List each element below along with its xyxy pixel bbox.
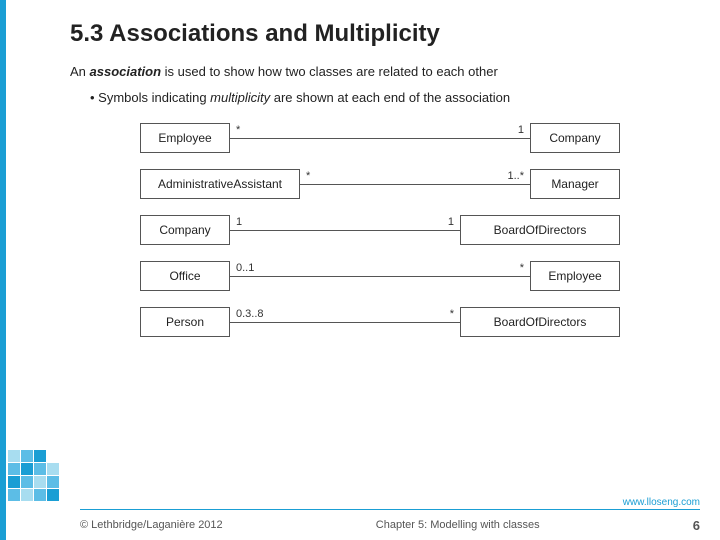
uml-mult-3-left: 1: [234, 216, 244, 228]
uml-box-employee-1: Employee: [140, 123, 230, 153]
uml-box-bod-2: BoardOfDirectors: [460, 307, 620, 337]
uml-mult-5-left: 0.3..8: [234, 308, 266, 320]
uml-mult-5-right: *: [448, 308, 456, 320]
footer-page: 6: [693, 518, 700, 533]
footer: © Lethbridge/Laganière 2012 Chapter 5: M…: [0, 510, 720, 540]
uml-row-4: Office 0..1 * Employee: [140, 257, 620, 295]
uml-line-2: * 1..*: [300, 184, 530, 185]
uml-mult-4-right: *: [518, 262, 526, 274]
uml-box-company-2: Company: [140, 215, 230, 245]
footer-copyright: © Lethbridge/Laganière 2012: [80, 519, 223, 531]
uml-box-bod-1: BoardOfDirectors: [460, 215, 620, 245]
uml-box-person: Person: [140, 307, 230, 337]
slide-content: 5.3 Associations and Multiplicity An ass…: [20, 0, 720, 369]
slide-title: 5.3 Associations and Multiplicity: [70, 20, 690, 48]
footer-chapter: Chapter 5: Modelling with classes: [376, 519, 540, 531]
footer-url: www.lloseng.com: [623, 497, 700, 508]
uml-mult-1-right: 1: [516, 124, 526, 136]
uml-box-employee-2: Employee: [530, 261, 620, 291]
uml-row-1: Employee * 1 Company: [140, 119, 620, 157]
uml-row-3: Company 1 1 BoardOfDirectors: [140, 211, 620, 249]
intro-line1: An association is used to show how two c…: [70, 62, 690, 82]
uml-row-2: AdministrativeAssistant * 1..* Manager: [140, 165, 620, 203]
uml-line-3: 1 1: [230, 230, 460, 231]
left-accent-bar: [0, 0, 6, 540]
uml-diagram: Employee * 1 Company AdministrativeAssis…: [140, 119, 620, 341]
uml-mult-2-right: 1..*: [505, 170, 526, 182]
uml-box-admin-asst: AdministrativeAssistant: [140, 169, 300, 199]
slide: 5.3 Associations and Multiplicity An ass…: [0, 0, 720, 540]
uml-mult-1-left: *: [234, 124, 242, 136]
uml-box-office: Office: [140, 261, 230, 291]
uml-box-company-1: Company: [530, 123, 620, 153]
bullet-multiplicity: • Symbols indicating multiplicity are sh…: [90, 88, 690, 108]
uml-mult-4-left: 0..1: [234, 262, 256, 274]
uml-line-4: 0..1 *: [230, 276, 530, 277]
uml-line-1: * 1: [230, 138, 530, 139]
uml-mult-2-left: *: [304, 170, 312, 182]
uml-mult-3-right: 1: [446, 216, 456, 228]
uml-row-5: Person 0.3..8 * BoardOfDirectors: [140, 303, 620, 341]
uml-box-manager: Manager: [530, 169, 620, 199]
uml-line-5: 0.3..8 *: [230, 322, 460, 323]
decorative-blocks: [8, 450, 68, 510]
